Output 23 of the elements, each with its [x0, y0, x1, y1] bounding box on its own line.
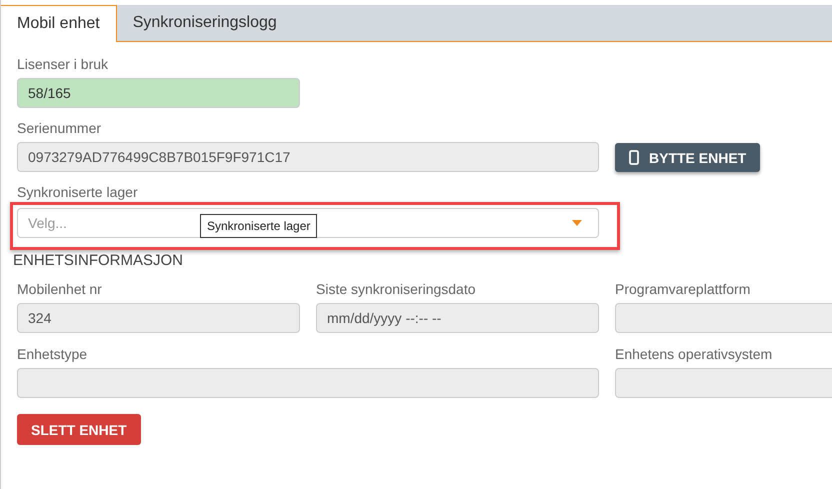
field-label: Lisenser i bruk — [17, 56, 110, 73]
field-label: Enhetens operativsystem — [615, 346, 774, 363]
tab[interactable]: Mobil enhet — [1, 5, 117, 42]
input-field[interactable] — [615, 368, 832, 398]
delete-device-button[interactable]: SLETT ENHET — [17, 414, 141, 445]
swap-device-button[interactable]: BYTTE ENHET — [615, 143, 760, 172]
input-field[interactable] — [615, 303, 832, 333]
field-label: Mobilenhet nr — [17, 281, 103, 298]
license-field[interactable]: 58/165 — [17, 78, 300, 108]
field-label: Siste synkroniseringsdato — [316, 281, 477, 298]
input-field[interactable] — [17, 368, 599, 398]
field-label: Enhetstype — [17, 346, 88, 363]
serial-field[interactable]: 0973279AD776499C8B7B015F9F971C17 — [17, 142, 599, 172]
tab[interactable]: Synkroniseringslogg — [116, 5, 293, 41]
field-label: Serienummer — [17, 120, 102, 137]
dropdown-caret-icon — [572, 220, 582, 226]
section-heading: ENHETSINFORMASJON — [13, 252, 184, 269]
phone-icon — [629, 150, 639, 165]
field-label: Synkroniserte lager — [17, 184, 139, 201]
tooltip: Synkroniserte lager — [200, 214, 318, 238]
input-field[interactable]: 324 — [17, 303, 300, 333]
input-field[interactable]: mm/dd/yyyy --:-- -- — [316, 303, 599, 333]
field-label: Programvareplattform — [615, 281, 752, 298]
